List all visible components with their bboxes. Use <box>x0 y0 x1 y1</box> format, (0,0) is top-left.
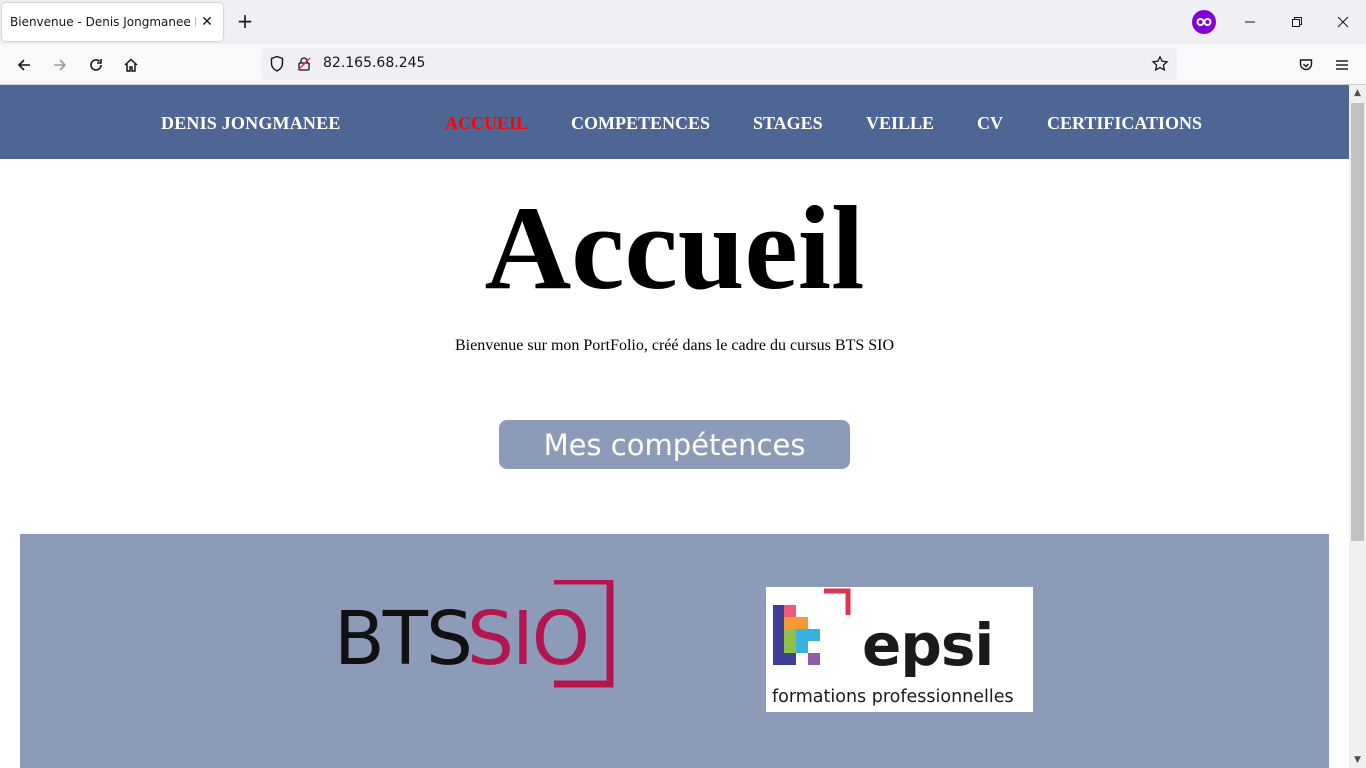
forward-arrow-icon[interactable] <box>47 52 73 78</box>
shield-icon[interactable] <box>269 55 285 77</box>
site-brand[interactable]: DENIS JONGMANEE <box>161 113 341 134</box>
svg-text:SIO: SIO <box>467 596 588 682</box>
epsi-logo: epsi formations professionnelles <box>766 587 1033 712</box>
nav-link-veille[interactable]: VEILLE <box>866 113 934 134</box>
svg-text:BTS: BTS <box>334 596 471 682</box>
scroll-down-arrow-icon[interactable]: ▼ <box>1349 752 1366 768</box>
bts-sio-logo: BTS SIO <box>332 577 617 690</box>
reload-icon[interactable] <box>83 52 109 78</box>
svg-text:formations professionnelles: formations professionnelles <box>772 687 1014 707</box>
close-window-icon[interactable] <box>1331 10 1355 34</box>
logos-band: BTS SIO epsi formations professionnelles <box>20 534 1329 768</box>
back-arrow-icon[interactable] <box>11 52 37 78</box>
nav-link-cv[interactable]: CV <box>977 113 1003 134</box>
nav-link-competences[interactable]: COMPETENCES <box>571 113 710 134</box>
site-header: DENIS JONGMANEE ACCUEIL COMPETENCES STAG… <box>0 85 1349 159</box>
restore-window-icon[interactable] <box>1285 10 1309 34</box>
new-tab-icon[interactable]: + <box>234 11 256 33</box>
scroll-up-arrow-icon[interactable]: ▲ <box>1349 85 1366 101</box>
nav-link-stages[interactable]: STAGES <box>753 113 823 134</box>
app-menu-icon[interactable] <box>1329 52 1355 78</box>
nav-link-accueil[interactable]: ACCUEIL <box>445 113 528 134</box>
nav-link-certifications[interactable]: CERTIFICATIONS <box>1047 113 1202 134</box>
pocket-icon[interactable] <box>1293 52 1319 78</box>
browser-navigation-bar: 82.165.68.245 <box>0 44 1366 85</box>
home-icon[interactable] <box>118 52 144 78</box>
minimize-window-icon[interactable] <box>1238 10 1262 34</box>
address-bar[interactable]: 82.165.68.245 <box>261 48 1177 80</box>
url-text[interactable]: 82.165.68.245 <box>323 55 425 71</box>
tab-title: Bienvenue - Denis Jongmanee Port <box>10 15 196 29</box>
page-title: Accueil <box>484 181 865 314</box>
insecure-lock-icon[interactable] <box>296 56 312 76</box>
page-scrollbar[interactable]: ▲ ▼ <box>1349 85 1366 768</box>
browser-tab-strip: Bienvenue - Denis Jongmanee Port ✕ + <box>0 0 1366 44</box>
page-viewport: DENIS JONGMANEE ACCUEIL COMPETENCES STAG… <box>0 85 1349 768</box>
mes-competences-button[interactable]: Mes compétences <box>499 420 850 469</box>
svg-text:epsi: epsi <box>862 611 993 679</box>
bookmark-star-icon[interactable] <box>1151 55 1169 77</box>
close-tab-icon[interactable]: ✕ <box>199 14 215 30</box>
scroll-thumb[interactable] <box>1351 103 1364 541</box>
private-browsing-icon <box>1192 10 1216 34</box>
browser-tab[interactable]: Bienvenue - Denis Jongmanee Port ✕ <box>2 3 223 41</box>
welcome-text: Bienvenue sur mon PortFolio, créé dans l… <box>454 337 895 354</box>
